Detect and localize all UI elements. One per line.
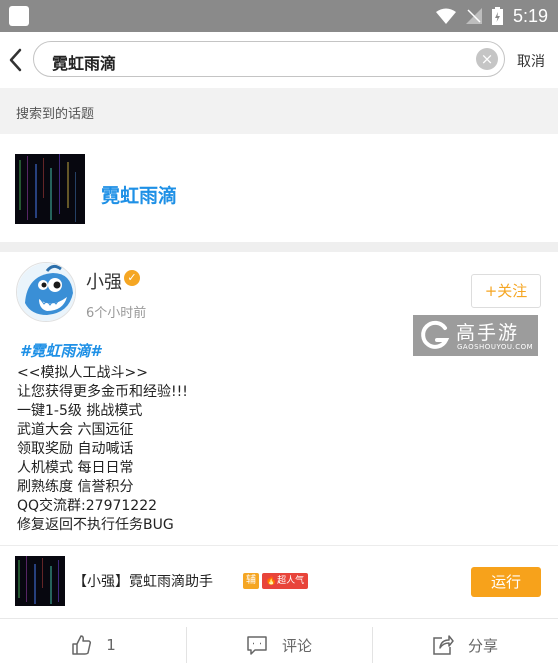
share-button[interactable]: 分享	[372, 619, 558, 671]
search-query: 霓虹雨滴	[52, 54, 117, 73]
game-item[interactable]: 【小强】霓虹雨滴助手 辅 🔥超人气 运行	[0, 545, 558, 617]
post-line: 让您获得更多金币和经验!!!	[17, 384, 188, 400]
topic-item[interactable]: 霓虹雨滴	[0, 134, 558, 242]
watermark: 高手游 GAOSHOUYOU.COM	[413, 315, 538, 356]
notification-icon	[9, 6, 29, 26]
post-line: 武道大会 六国远征	[17, 422, 134, 438]
topic-name[interactable]: 霓虹雨滴	[101, 181, 177, 208]
assist-badge: 辅	[243, 573, 259, 589]
game-thumbnail	[15, 556, 65, 606]
cancel-button[interactable]: 取消	[517, 51, 545, 71]
share-icon	[433, 635, 454, 655]
hot-badge-label: 超人气	[277, 576, 305, 586]
author-name[interactable]: 小强	[86, 268, 122, 294]
topic-thumbnail	[15, 154, 85, 224]
topics-section-header: 搜索到的话题	[0, 88, 558, 134]
hashtag-link[interactable]: #霓虹雨滴#	[20, 340, 101, 361]
clock: 5:19	[512, 5, 548, 26]
post-line: 人机模式 每日日常	[17, 460, 134, 476]
follow-button[interactable]: +关注	[471, 274, 541, 308]
wifi-icon	[435, 8, 456, 24]
comment-button[interactable]: 评论	[186, 619, 372, 671]
signal-icon	[465, 8, 482, 24]
post-line: QQ交流群:27971222	[17, 498, 158, 514]
share-label: 分享	[467, 636, 498, 655]
verified-icon: ✓	[124, 270, 140, 286]
clear-icon[interactable]: ×	[476, 48, 498, 70]
search-input[interactable]: 霓虹雨滴 ×	[33, 41, 505, 77]
battery-icon	[491, 7, 503, 25]
search-bar: 霓虹雨滴 × 取消	[0, 32, 558, 88]
gaoshouyou-logo-icon	[421, 320, 450, 349]
thumbs-up-icon	[72, 635, 92, 655]
post-time: 6个小时前	[86, 306, 147, 321]
watermark-subtitle: GAOSHOUYOU.COM	[457, 343, 534, 351]
hot-badge: 🔥超人气	[262, 573, 308, 589]
comment-icon	[247, 636, 267, 655]
post-body: <<模拟人工战斗>> 让您获得更多金币和经验!!! 一键1-5级 挑战模式 武道…	[17, 364, 188, 535]
back-icon[interactable]	[6, 47, 26, 73]
post-line: 刷熟练度 信誉积分	[17, 479, 134, 495]
section-title: 搜索到的话题	[16, 107, 95, 122]
action-bar: 1 评论 分享	[0, 618, 558, 671]
post-line: 领取奖励 自动喊话	[17, 441, 134, 457]
post-line: 修复返回不执行任务BUG	[17, 517, 174, 533]
run-button[interactable]: 运行	[471, 567, 541, 597]
post-line: <<模拟人工战斗>>	[17, 365, 148, 381]
status-icons: 5:19	[435, 5, 548, 27]
status-bar: 5:19	[0, 0, 558, 32]
game-title: 【小强】霓虹雨滴助手	[73, 574, 213, 590]
post-line: 一键1-5级 挑战模式	[17, 403, 143, 419]
comment-label: 评论	[281, 636, 312, 655]
watermark-title: 高手游	[456, 322, 520, 344]
page: 5:19 霓虹雨滴 × 取消 搜索到的话题 霓虹雨滴 小强 ✓ 6个小时前 +关…	[0, 0, 558, 671]
avatar[interactable]	[16, 262, 76, 322]
like-count: 1	[106, 636, 116, 654]
like-button[interactable]: 1	[0, 619, 186, 671]
